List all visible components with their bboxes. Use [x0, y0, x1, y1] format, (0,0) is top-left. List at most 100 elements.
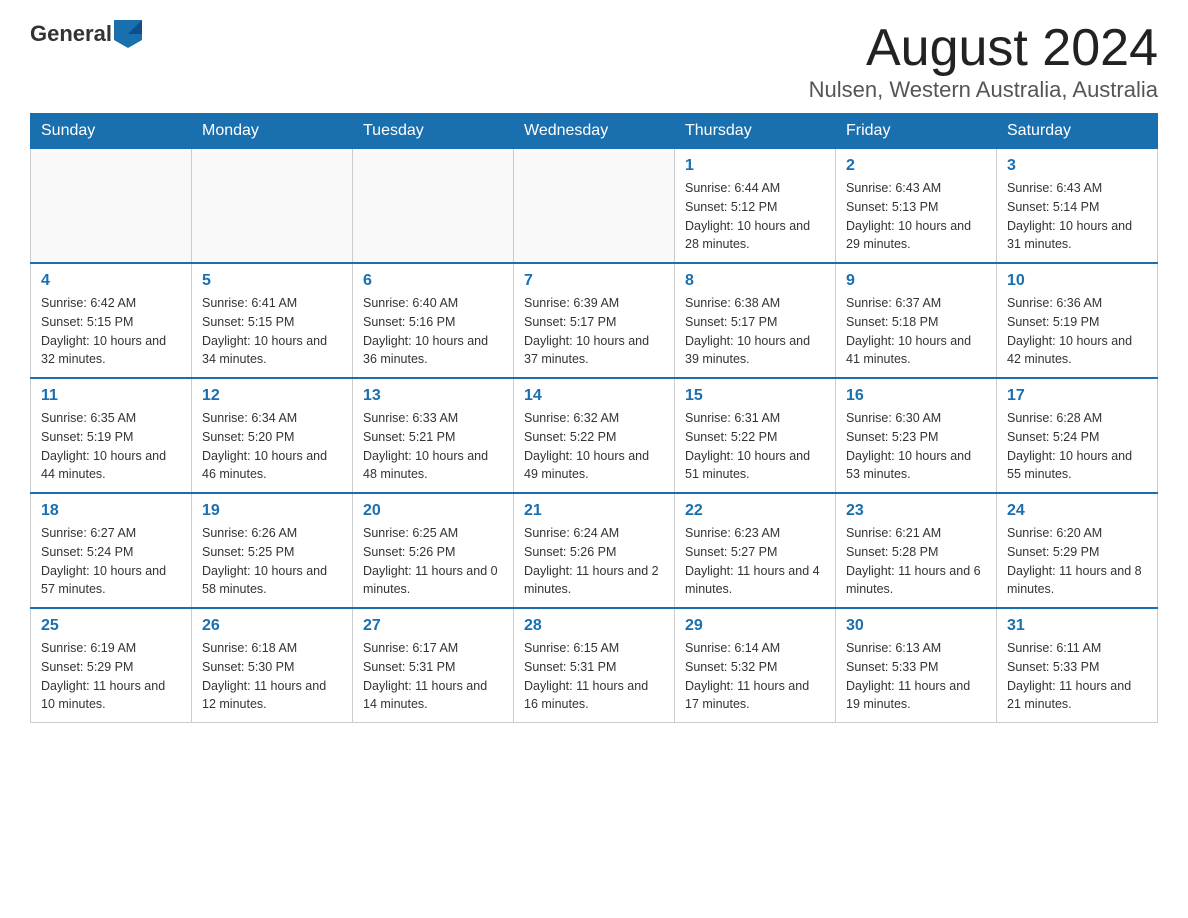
day-cell: 1Sunrise: 6:44 AMSunset: 5:12 PMDaylight…	[675, 149, 836, 264]
day-number: 29	[685, 617, 825, 635]
day-cell: 5Sunrise: 6:41 AMSunset: 5:15 PMDaylight…	[192, 263, 353, 378]
week-row-3: 11Sunrise: 6:35 AMSunset: 5:19 PMDayligh…	[31, 378, 1158, 493]
header-cell-sunday: Sunday	[31, 114, 192, 149]
day-number: 27	[363, 617, 503, 635]
day-cell: 17 Sunrise: 6:28 AMSunset: 5:24 PMDayligh…	[997, 378, 1158, 493]
day-info: Sunrise: 6:17 AMSunset: 5:31 PMDaylight:…	[363, 639, 503, 714]
day-cell: 8 Sunrise: 6:38 AMSunset: 5:17 PMDaylight…	[675, 263, 836, 378]
day-number: 7	[524, 272, 664, 290]
header-cell-saturday: Saturday	[997, 114, 1158, 149]
day-info: Sunrise: 6:43 AMSunset: 5:13 PMDaylight:…	[846, 179, 986, 254]
day-cell	[192, 149, 353, 264]
day-info: Sunrise: 6:24 AMSunset: 5:26 PMDaylight:…	[524, 524, 664, 599]
logo: General	[30, 20, 142, 48]
header-cell-monday: Monday	[192, 114, 353, 149]
logo-text-general: General	[30, 21, 112, 47]
day-cell: 21 Sunrise: 6:24 AMSunset: 5:26 PMDayligh…	[514, 493, 675, 608]
day-info: Sunrise: 6:23 AMSunset: 5:27 PMDaylight:…	[685, 524, 825, 599]
day-cell: 23 Sunrise: 6:21 AMSunset: 5:28 PMDayligh…	[836, 493, 997, 608]
day-info: Sunrise: 6:28 AMSunset: 5:24 PMDaylight:…	[1007, 409, 1147, 484]
week-row-2: 4 Sunrise: 6:42 AMSunset: 5:15 PMDaylight…	[31, 263, 1158, 378]
day-number: 23	[846, 502, 986, 520]
day-info: Sunrise: 6:39 AMSunset: 5:17 PMDaylight:…	[524, 294, 664, 369]
day-info: Sunrise: 6:30 AMSunset: 5:23 PMDaylight:…	[846, 409, 986, 484]
header-cell-tuesday: Tuesday	[353, 114, 514, 149]
day-info: Sunrise: 6:34 AMSunset: 5:20 PMDaylight:…	[202, 409, 342, 484]
day-info: Sunrise: 6:43 AMSunset: 5:14 PMDaylight:…	[1007, 179, 1147, 254]
day-cell: 15Sunrise: 6:31 AMSunset: 5:22 PMDayligh…	[675, 378, 836, 493]
day-info: Sunrise: 6:26 AMSunset: 5:25 PMDaylight:…	[202, 524, 342, 599]
day-cell: 19 Sunrise: 6:26 AMSunset: 5:25 PMDayligh…	[192, 493, 353, 608]
header-cell-friday: Friday	[836, 114, 997, 149]
day-info: Sunrise: 6:20 AMSunset: 5:29 PMDaylight:…	[1007, 524, 1147, 599]
month-title: August 2024	[809, 20, 1158, 77]
day-info: Sunrise: 6:11 AMSunset: 5:33 PMDaylight:…	[1007, 639, 1147, 714]
day-cell: 18 Sunrise: 6:27 AMSunset: 5:24 PMDayligh…	[31, 493, 192, 608]
calendar-table: SundayMondayTuesdayWednesdayThursdayFrid…	[30, 113, 1158, 723]
day-number: 30	[846, 617, 986, 635]
day-number: 18	[41, 502, 181, 520]
day-info: Sunrise: 6:21 AMSunset: 5:28 PMDaylight:…	[846, 524, 986, 599]
logo-icon	[114, 20, 142, 48]
day-number: 16	[846, 387, 986, 405]
day-number: 17	[1007, 387, 1147, 405]
day-number: 9	[846, 272, 986, 290]
day-number: 19	[202, 502, 342, 520]
day-info: Sunrise: 6:38 AMSunset: 5:17 PMDaylight:…	[685, 294, 825, 369]
day-cell: 14Sunrise: 6:32 AMSunset: 5:22 PMDayligh…	[514, 378, 675, 493]
day-number: 11	[41, 387, 181, 405]
day-number: 21	[524, 502, 664, 520]
day-number: 2	[846, 157, 986, 175]
week-row-4: 18 Sunrise: 6:27 AMSunset: 5:24 PMDayligh…	[31, 493, 1158, 608]
day-number: 24	[1007, 502, 1147, 520]
day-info: Sunrise: 6:27 AMSunset: 5:24 PMDaylight:…	[41, 524, 181, 599]
day-cell: 26 Sunrise: 6:18 AMSunset: 5:30 PMDayligh…	[192, 608, 353, 723]
day-info: Sunrise: 6:37 AMSunset: 5:18 PMDaylight:…	[846, 294, 986, 369]
day-cell: 6Sunrise: 6:40 AMSunset: 5:16 PMDaylight…	[353, 263, 514, 378]
day-info: Sunrise: 6:44 AMSunset: 5:12 PMDaylight:…	[685, 179, 825, 254]
day-cell: 24 Sunrise: 6:20 AMSunset: 5:29 PMDayligh…	[997, 493, 1158, 608]
day-number: 6	[363, 272, 503, 290]
day-info: Sunrise: 6:13 AMSunset: 5:33 PMDaylight:…	[846, 639, 986, 714]
day-number: 25	[41, 617, 181, 635]
day-number: 10	[1007, 272, 1147, 290]
day-cell: 27 Sunrise: 6:17 AMSunset: 5:31 PMDayligh…	[353, 608, 514, 723]
day-info: Sunrise: 6:36 AMSunset: 5:19 PMDaylight:…	[1007, 294, 1147, 369]
header-row: SundayMondayTuesdayWednesdayThursdayFrid…	[31, 114, 1158, 149]
day-number: 20	[363, 502, 503, 520]
day-cell: 22 Sunrise: 6:23 AMSunset: 5:27 PMDayligh…	[675, 493, 836, 608]
day-cell: 4 Sunrise: 6:42 AMSunset: 5:15 PMDaylight…	[31, 263, 192, 378]
header: General August 2024 Nulsen, Western Aust…	[30, 20, 1158, 103]
day-cell: 13Sunrise: 6:33 AMSunset: 5:21 PMDayligh…	[353, 378, 514, 493]
day-number: 22	[685, 502, 825, 520]
day-cell: 2 Sunrise: 6:43 AMSunset: 5:13 PMDaylight…	[836, 149, 997, 264]
day-cell: 28Sunrise: 6:15 AMSunset: 5:31 PMDayligh…	[514, 608, 675, 723]
day-info: Sunrise: 6:14 AMSunset: 5:32 PMDaylight:…	[685, 639, 825, 714]
day-info: Sunrise: 6:42 AMSunset: 5:15 PMDaylight:…	[41, 294, 181, 369]
week-row-5: 25 Sunrise: 6:19 AMSunset: 5:29 PMDayligh…	[31, 608, 1158, 723]
day-cell: 7 Sunrise: 6:39 AMSunset: 5:17 PMDaylight…	[514, 263, 675, 378]
day-number: 4	[41, 272, 181, 290]
day-cell: 10 Sunrise: 6:36 AMSunset: 5:19 PMDayligh…	[997, 263, 1158, 378]
day-cell	[514, 149, 675, 264]
header-cell-thursday: Thursday	[675, 114, 836, 149]
day-number: 3	[1007, 157, 1147, 175]
day-cell: 9 Sunrise: 6:37 AMSunset: 5:18 PMDaylight…	[836, 263, 997, 378]
day-cell: 11Sunrise: 6:35 AMSunset: 5:19 PMDayligh…	[31, 378, 192, 493]
day-number: 8	[685, 272, 825, 290]
day-number: 26	[202, 617, 342, 635]
day-info: Sunrise: 6:18 AMSunset: 5:30 PMDaylight:…	[202, 639, 342, 714]
day-cell	[31, 149, 192, 264]
week-row-1: 1Sunrise: 6:44 AMSunset: 5:12 PMDaylight…	[31, 149, 1158, 264]
day-number: 5	[202, 272, 342, 290]
day-cell: 31Sunrise: 6:11 AMSunset: 5:33 PMDayligh…	[997, 608, 1158, 723]
day-info: Sunrise: 6:19 AMSunset: 5:29 PMDaylight:…	[41, 639, 181, 714]
day-info: Sunrise: 6:32 AMSunset: 5:22 PMDaylight:…	[524, 409, 664, 484]
day-number: 28	[524, 617, 664, 635]
day-cell: 3 Sunrise: 6:43 AMSunset: 5:14 PMDaylight…	[997, 149, 1158, 264]
day-cell: 20Sunrise: 6:25 AMSunset: 5:26 PMDayligh…	[353, 493, 514, 608]
day-info: Sunrise: 6:31 AMSunset: 5:22 PMDaylight:…	[685, 409, 825, 484]
day-cell: 12Sunrise: 6:34 AMSunset: 5:20 PMDayligh…	[192, 378, 353, 493]
day-info: Sunrise: 6:33 AMSunset: 5:21 PMDaylight:…	[363, 409, 503, 484]
title-area: August 2024 Nulsen, Western Australia, A…	[809, 20, 1158, 103]
